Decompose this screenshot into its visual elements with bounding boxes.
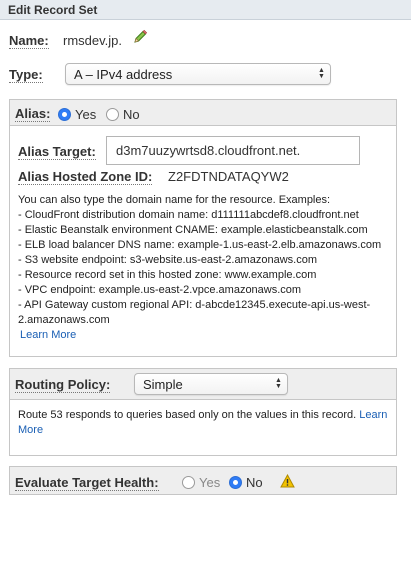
alias-example: - API Gateway custom regional API: d-abc…: [18, 299, 371, 311]
alias-example: - Resource record set in this hosted zon…: [18, 269, 317, 281]
alias-example: - ELB load balancer DNS name: example-1.…: [18, 239, 382, 251]
type-select[interactable]: A – IPv4 address ▲ ▼: [65, 63, 331, 85]
pencil-icon[interactable]: [132, 29, 148, 45]
health-yes-label[interactable]: Yes: [199, 475, 220, 490]
alias-yes-radio[interactable]: [58, 108, 71, 121]
health-no-radio[interactable]: [229, 476, 242, 489]
alias-example: - S3 website endpoint: s3-website.us-eas…: [18, 254, 317, 266]
alias-example: 2.amazonaws.com: [18, 314, 110, 326]
routing-learn-more-link-part2[interactable]: More: [18, 423, 396, 438]
alias-example: - CloudFront distribution domain name: d…: [18, 209, 359, 221]
alias-label: Alias:: [15, 106, 51, 122]
alias-target-input[interactable]: d3m7uuzywrtsd8.cloudfront.net.: [106, 136, 360, 165]
alias-section: Alias: Yes No Alias Target: d3m7uuzywrts…: [9, 99, 397, 357]
routing-learn-more-link-part1[interactable]: Learn: [359, 409, 387, 421]
name-value: rmsdev.jp.: [63, 33, 122, 48]
routing-description: Route 53 responds to queries based only …: [18, 408, 396, 438]
routing-label: Routing Policy:: [15, 377, 111, 393]
alias-example: - VPC endpoint: example.us-east-2.vpce.a…: [18, 284, 302, 296]
alias-example: - Elastic Beanstalk environment CNAME: e…: [18, 224, 368, 236]
health-no-label[interactable]: No: [246, 475, 263, 490]
warning-icon[interactable]: [280, 474, 295, 488]
type-select-value: A – IPv4 address: [74, 67, 173, 82]
alias-learn-more-link[interactable]: Learn More: [18, 328, 393, 343]
name-label: Name:: [9, 33, 49, 49]
type-label: Type:: [9, 67, 43, 83]
alias-help-intro: You can also type the domain name for th…: [18, 194, 331, 206]
health-section: Evaluate Target Health: Yes No: [9, 466, 397, 495]
routing-select-value: Simple: [143, 377, 183, 392]
routing-description-text: Route 53 responds to queries based only …: [18, 409, 357, 421]
alias-zone-value: Z2FDTNDATAQYW2: [168, 169, 289, 184]
alias-no-radio[interactable]: [106, 108, 119, 121]
health-yes-radio[interactable]: [182, 476, 195, 489]
routing-select[interactable]: Simple ▲ ▼: [134, 373, 288, 395]
health-label: Evaluate Target Health:: [15, 475, 159, 491]
select-arrows-icon: ▲ ▼: [275, 377, 282, 390]
alias-zone-label: Alias Hosted Zone ID:: [18, 169, 153, 185]
routing-section: Routing Policy: Simple ▲ ▼ Route 53 respo…: [9, 368, 397, 456]
panel-title: Edit Record Set: [0, 0, 411, 20]
alias-target-label: Alias Target:: [18, 144, 96, 160]
alias-yes-label[interactable]: Yes: [75, 107, 96, 122]
alias-no-label[interactable]: No: [123, 107, 140, 122]
alias-help-text: You can also type the domain name for th…: [18, 193, 393, 343]
select-arrows-icon: ▲ ▼: [318, 67, 325, 80]
